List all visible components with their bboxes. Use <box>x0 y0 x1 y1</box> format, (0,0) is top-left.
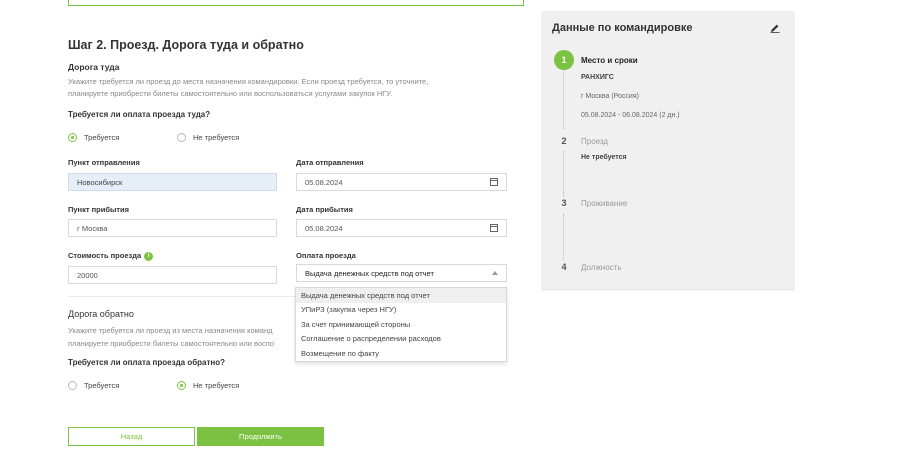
step-title: Должность <box>581 263 622 272</box>
dropdown-option[interactable]: За счет принимающей стороны <box>296 317 506 332</box>
back-button[interactable]: Назад <box>68 427 195 446</box>
return-description-line2: планируете приобрести билеты самостоятел… <box>68 339 275 348</box>
step-number-active: 1 <box>554 50 574 70</box>
step-connector <box>563 151 564 197</box>
trip-summary-panel: Данные по командировке 1 Место и сроки Р… <box>541 11 795 291</box>
return-heading: Дорога обратно <box>68 309 134 319</box>
cost-input[interactable]: 20000 <box>68 266 277 284</box>
step-detail: 05.08.2024 - 06.08.2024 (2 дн.) <box>581 112 680 119</box>
return-description-line1: Укажите требуется ли проезд из места наз… <box>68 326 273 335</box>
step-detail: г Москва (Россия) <box>581 93 639 100</box>
arrival-point-value: г Москва <box>77 223 108 233</box>
payment-dropdown: Выдача денежных средств под отчет УПиРЗ … <box>295 287 507 362</box>
step-detail: РАНХИГС <box>581 74 614 81</box>
step-number: 4 <box>561 262 567 272</box>
payment-label: Оплата проезда <box>296 251 356 260</box>
radio-unchecked-icon <box>177 133 186 142</box>
radio-label: Не требуется <box>193 133 240 142</box>
return-radio-not-required[interactable]: Не требуется <box>177 381 239 390</box>
radio-label: Не требуется <box>193 381 240 390</box>
radio-unchecked-icon <box>68 381 77 390</box>
arrival-date-label: Дата прибытия <box>296 205 353 214</box>
departure-date-value: 05.08.2024 <box>305 177 343 187</box>
departure-point-value: Новосибирск <box>77 177 123 187</box>
step-connector <box>563 69 564 129</box>
arrival-date-input[interactable]: 05.08.2024 <box>296 219 507 237</box>
cost-label: Стоимость проезда <box>68 251 142 260</box>
payment-select-value: Выдача денежных средств под отчет <box>305 268 434 278</box>
radio-checked-icon <box>68 133 77 142</box>
radio-label: Требуется <box>84 381 120 390</box>
payment-select[interactable]: Выдача денежных средств под отчет <box>296 264 507 282</box>
panel-title: Данные по командировке <box>552 22 693 34</box>
dropdown-option[interactable]: Возмещение по факту <box>296 346 506 361</box>
outbound-description-line2: планируете приобрести билеты самостоятел… <box>68 89 393 98</box>
previous-section-border <box>68 0 524 6</box>
departure-date-input[interactable]: 05.08.2024 <box>296 173 507 191</box>
arrival-point-input[interactable]: г Москва <box>68 219 277 237</box>
pencil-icon[interactable] <box>770 23 780 33</box>
outbound-question: Требуется ли оплата проезда туда? <box>68 110 211 119</box>
chevron-up-icon <box>492 271 498 275</box>
arrival-point-label: Пункт прибытия <box>68 205 130 214</box>
departure-point-label: Пункт отправления <box>68 158 140 167</box>
return-radio-required[interactable]: Требуется <box>68 381 119 390</box>
calendar-icon[interactable] <box>490 224 498 232</box>
outbound-radio-required[interactable]: Требуется <box>68 133 119 142</box>
section-divider <box>68 296 295 297</box>
departure-point-input[interactable]: Новосибирск <box>68 173 277 191</box>
cost-label-row: Стоимость проезда i <box>68 251 154 261</box>
continue-button[interactable]: Продолжить <box>197 427 324 446</box>
page-title: Шаг 2. Проезд. Дорога туда и обратно <box>68 38 304 52</box>
step-title: Проживание <box>581 199 628 208</box>
step-number: 3 <box>561 198 567 208</box>
step-number: 2 <box>561 136 567 146</box>
dropdown-option[interactable]: Соглашение о распределении расходов <box>296 332 506 347</box>
cost-value: 20000 <box>77 270 98 280</box>
step-connector <box>563 214 564 260</box>
outbound-description-line1: Укажите требуется ли проезд до места наз… <box>68 77 429 86</box>
arrival-date-value: 05.08.2024 <box>305 223 343 233</box>
step-title: Место и сроки <box>581 56 638 65</box>
info-icon[interactable]: i <box>144 251 154 261</box>
return-question: Требуется ли оплата проезда обратно? <box>68 358 226 367</box>
outbound-heading: Дорога туда <box>68 62 120 72</box>
dropdown-option[interactable]: Выдача денежных средств под отчет <box>296 288 506 303</box>
step-title: Проезд <box>581 137 609 146</box>
dropdown-option[interactable]: УПиРЗ (закупка через НГУ) <box>296 303 506 318</box>
outbound-radio-not-required[interactable]: Не требуется <box>177 133 239 142</box>
calendar-icon[interactable] <box>490 178 498 186</box>
radio-label: Требуется <box>84 133 120 142</box>
step-detail: Не требуется <box>581 154 627 161</box>
radio-checked-icon <box>177 381 186 390</box>
departure-date-label: Дата отправления <box>296 158 364 167</box>
